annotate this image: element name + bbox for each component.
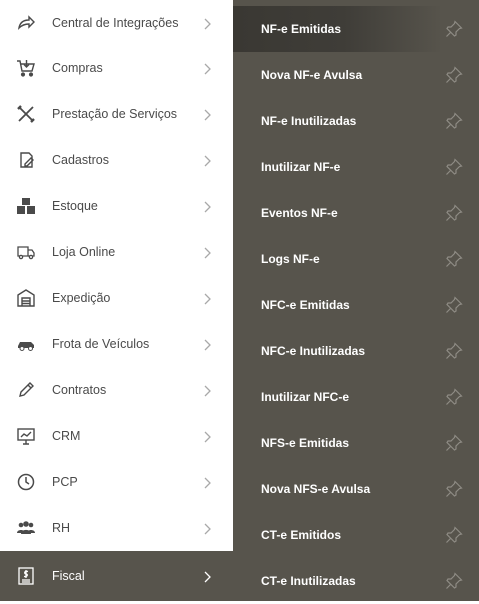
monitor-icon [16,426,36,446]
sidebar-item-pcp[interactable]: PCP [0,459,233,505]
pin-icon[interactable] [445,342,463,360]
submenu-item-nova-nfe-avulsa[interactable]: Nova NF-e Avulsa [233,52,479,98]
sidebar-item-label: Prestação de Serviços [52,107,178,121]
pin-icon[interactable] [445,296,463,314]
submenu-item-nfce-emitidas[interactable]: NFC-e Emitidas [233,282,479,328]
sidebar-item-label: RH [52,521,71,535]
submenu-item-cte-emitidos[interactable]: CT-e Emitidos [233,512,479,558]
submenu-item-label: NF-e Emitidas [261,22,342,36]
submenu-item-label: Nova NFS-e Avulsa [261,482,371,496]
sidebar-item-central-de-integracoes[interactable]: Central de Integrações [0,0,233,46]
submenu-item-logs-nfe[interactable]: Logs NF-e [233,236,479,282]
share-arrow-icon [16,13,36,33]
sidebar-item-prestacao-de-servicos[interactable]: Prestação de Serviços [0,91,233,137]
tax-document-icon [16,566,36,586]
pin-icon[interactable] [445,158,463,176]
sidebar-item-expedicao[interactable]: Expedição [0,275,233,321]
chevron-right-icon [202,338,212,351]
sidebar-item-label: PCP [52,475,78,489]
submenu-item-eventos-nfe[interactable]: Eventos NF-e [233,190,479,236]
submenu-item-nfe-inutilizadas[interactable]: NF-e Inutilizadas [233,98,479,144]
sidebar-item-compras[interactable]: Compras [0,45,233,91]
sidebar-item-label: Cadastros [52,153,109,167]
sidebar-item-loja-online[interactable]: Loja Online [0,229,233,275]
pen-icon [16,380,36,400]
sidebar-item-fiscal[interactable]: Fiscal [0,551,233,601]
chevron-right-icon [202,292,212,305]
tools-icon [16,104,36,124]
chevron-right-icon [202,430,212,443]
submenu-item-label: NF-e Inutilizadas [261,114,357,128]
submenu-item-label: CT-e Emitidos [261,528,342,542]
fiscal-submenu: NF-e Emitidas Nova NF-e Avulsa NF-e Inut… [233,0,479,601]
chevron-right-icon [202,384,212,397]
submenu-item-nfse-emitidas[interactable]: NFS-e Emitidas [233,420,479,466]
chevron-right-icon [202,522,212,535]
submenu-item-label: Logs NF-e [261,252,320,266]
submenu-item-nova-nfse-avulsa[interactable]: Nova NFS-e Avulsa [233,466,479,512]
submenu-item-label: NFS-e Emitidas [261,436,350,450]
sidebar-item-label: Frota de Veículos [52,337,150,351]
submenu-item-cte-inutilizadas[interactable]: CT-e Inutilizadas [233,558,479,604]
chevron-right-icon [202,62,212,75]
chevron-right-icon [202,570,212,583]
pin-icon[interactable] [445,434,463,452]
pin-icon[interactable] [445,20,463,38]
sidebar-item-label: Loja Online [52,245,116,259]
warehouse-icon [16,288,36,308]
sidebar-item-label: Compras [52,61,103,75]
submenu-item-nfe-emitidas[interactable]: NF-e Emitidas [233,6,479,52]
edit-document-icon [16,150,36,170]
delivery-truck-icon [16,242,36,262]
sidebar-item-label: Central de Integrações [52,16,179,30]
pin-icon[interactable] [445,112,463,130]
submenu-item-nfce-inutilizadas[interactable]: NFC-e Inutilizadas [233,328,479,374]
sidebar-item-crm[interactable]: CRM [0,413,233,459]
submenu-item-inutilizar-nfe[interactable]: Inutilizar NF-e [233,144,479,190]
shopping-cart-icon [16,58,36,78]
chevron-right-icon [202,108,212,121]
chevron-right-icon [202,476,212,489]
sidebar-item-label: Contratos [52,383,107,397]
clock-icon [16,472,36,492]
submenu-item-label: NFC-e Inutilizadas [261,344,366,358]
submenu-item-label: NFC-e Emitidas [261,298,350,312]
submenu-item-label: Inutilizar NF-e [261,160,341,174]
people-icon [16,518,36,538]
sidebar-item-contratos[interactable]: Contratos [0,367,233,413]
chevron-right-icon [202,246,212,259]
submenu-item-label: Nova NF-e Avulsa [261,68,363,82]
boxes-icon [16,196,36,216]
submenu-item-label: Eventos NF-e [261,206,338,220]
chevron-right-icon [202,154,212,167]
pin-icon[interactable] [445,388,463,406]
sidebar-item-label: Estoque [52,199,98,213]
pin-icon[interactable] [445,250,463,268]
main-sidebar: Central de Integrações Compras Prestação… [0,0,233,601]
car-icon [16,334,36,354]
sidebar-item-estoque[interactable]: Estoque [0,183,233,229]
pin-icon[interactable] [445,572,463,590]
pin-icon[interactable] [445,66,463,84]
pin-icon[interactable] [445,480,463,498]
pin-icon[interactable] [445,204,463,222]
sidebar-item-label: Fiscal [52,569,85,583]
submenu-item-inutilizar-nfce[interactable]: Inutilizar NFC-e [233,374,479,420]
submenu-item-label: Inutilizar NFC-e [261,390,350,404]
submenu-item-label: CT-e Inutilizadas [261,574,356,588]
chevron-right-icon [202,17,212,30]
chevron-right-icon [202,200,212,213]
sidebar-item-cadastros[interactable]: Cadastros [0,137,233,183]
pin-icon[interactable] [445,526,463,544]
sidebar-item-label: CRM [52,429,81,443]
sidebar-item-frota-de-veiculos[interactable]: Frota de Veículos [0,321,233,367]
sidebar-item-rh[interactable]: RH [0,505,233,551]
sidebar-item-label: Expedição [52,291,111,305]
